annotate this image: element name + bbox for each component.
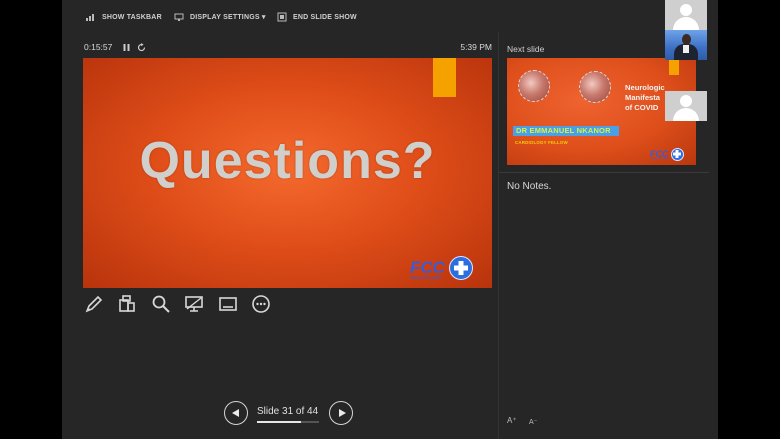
pen-tool-button[interactable] (84, 294, 104, 314)
current-slide[interactable]: Questions? FCC HEALTHCARE (83, 58, 492, 288)
pen-icon (85, 295, 103, 313)
slide-accent-block (433, 58, 456, 97)
avatar-body (673, 108, 699, 121)
slide-tools (84, 294, 284, 316)
previous-slide-button[interactable] (224, 401, 248, 425)
avatar-icon (680, 95, 692, 107)
thumb-logo-subtext: HEALTHCARE (651, 158, 669, 160)
see-all-slides-button[interactable] (117, 294, 137, 314)
slide-progress-track (257, 421, 319, 423)
next-slide-label: Next slide (507, 44, 545, 54)
subtitles-icon (219, 297, 237, 311)
slide-progress-fill (257, 421, 301, 423)
slide-counter[interactable]: Slide 31 of 44 (257, 406, 318, 417)
speaker-notes[interactable]: No Notes. (507, 181, 551, 192)
thumb-accent-block (669, 58, 679, 75)
show-taskbar-label: SHOW TASKBAR (102, 13, 162, 21)
elapsed-time: 0:15:57 (84, 42, 113, 52)
subtitles-button[interactable] (218, 294, 238, 314)
participant-head (682, 34, 691, 45)
zoom-icon (152, 295, 170, 313)
display-settings-icon (174, 13, 184, 21)
participant-video-tile[interactable] (665, 30, 707, 60)
participant-shirt (683, 45, 689, 53)
pointer-screen-icon (185, 296, 203, 312)
clock-time: 5:39 PM (460, 42, 492, 52)
more-options-button[interactable] (251, 294, 271, 314)
end-slide-show-label: END SLIDE SHOW (293, 13, 357, 21)
black-screen-button[interactable] (184, 294, 204, 314)
slide-navigation: Slide 31 of 44 (224, 401, 353, 425)
thumb-fcc-logo: FCC HEALTHCARE (650, 146, 694, 162)
slide-question-text: Questions? (139, 132, 436, 190)
notes-divider (499, 172, 709, 173)
medical-cross-icon (670, 147, 684, 161)
show-taskbar-button[interactable]: SHOW TASKBAR (86, 10, 162, 24)
restart-icon[interactable] (137, 43, 146, 52)
end-slide-show-button[interactable]: END SLIDE SHOW (277, 10, 357, 24)
timer-row: 0:15:57 5:39 PM (84, 42, 492, 54)
presenter-name: DR EMMANUEL NKANOR (516, 126, 611, 135)
participant-tile[interactable] (665, 0, 707, 30)
avatar-body (673, 17, 699, 30)
presenter-toolbar: SHOW TASKBAR DISPLAY SETTINGS ▾ END SLID… (62, 0, 718, 32)
presenter-role: CARDIOLOGY FELLOW (515, 140, 568, 145)
zoom-button[interactable] (151, 294, 171, 314)
more-options-icon (252, 295, 270, 313)
slides-grid-icon (119, 295, 135, 312)
taskbar-icon (86, 14, 94, 21)
fcc-logo-subtext: HEALTHCARE (411, 275, 442, 280)
fcc-logo: FCC HEALTHCARE (410, 254, 482, 282)
participant-tile[interactable] (665, 91, 707, 121)
pause-icon[interactable] (122, 43, 131, 52)
decrease-font-button[interactable]: A⁻ (529, 418, 537, 426)
display-settings-button[interactable]: DISPLAY SETTINGS ▾ (174, 10, 266, 24)
medical-cross-icon (448, 256, 473, 280)
presenter-view: SHOW TASKBAR DISPLAY SETTINGS ▾ END SLID… (62, 0, 718, 439)
avatar-icon (680, 4, 692, 16)
increase-font-button[interactable]: A⁺ (507, 416, 517, 425)
next-slide-button[interactable] (329, 401, 353, 425)
panel-divider (498, 32, 499, 439)
virus-image (579, 71, 611, 103)
virus-image (518, 70, 550, 102)
end-show-icon (277, 12, 287, 22)
display-settings-label: DISPLAY SETTINGS ▾ (190, 14, 266, 21)
